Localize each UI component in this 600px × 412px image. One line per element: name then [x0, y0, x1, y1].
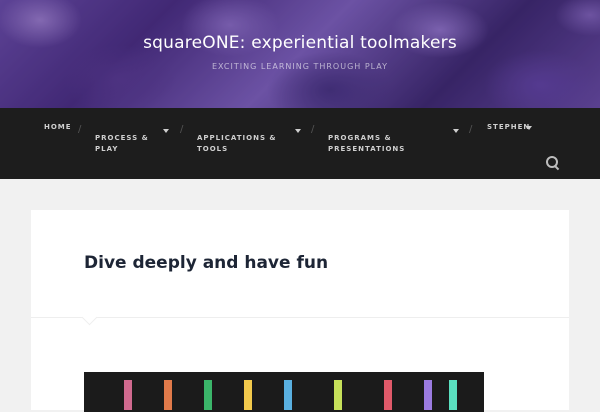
nav-item-label: PROGRAMS & PRESENTATIONS [328, 134, 406, 153]
nav-item-home[interactable]: HOME [44, 122, 72, 133]
divider-notch [81, 309, 98, 326]
featured-image-graphic [84, 372, 484, 412]
nav-item-label: STEPHEN [487, 123, 531, 131]
chevron-down-icon[interactable] [453, 129, 459, 133]
post-title[interactable]: Dive deeply and have fun [84, 253, 328, 273]
chevron-down-icon[interactable] [295, 129, 301, 133]
divider [31, 317, 569, 318]
nav-item-label: APPLICATIONS & TOOLS [197, 134, 277, 153]
nav-separator: / [311, 124, 315, 135]
search-button[interactable] [545, 155, 561, 171]
nav-item-process-play[interactable]: PROCESS & PLAY [95, 122, 155, 155]
nav-item-stephen[interactable]: STEPHEN [487, 122, 530, 133]
nav-separator: / [469, 124, 473, 135]
chevron-down-icon[interactable] [526, 126, 532, 130]
main-navigation: HOME / PROCESS & PLAY / APPLICATIONS & T… [0, 108, 600, 179]
post-card: Dive deeply and have fun [31, 210, 569, 412]
nav-item-label: PROCESS & PLAY [95, 134, 149, 153]
nav-item-label: HOME [44, 123, 72, 131]
site-tagline: EXCITING LEARNING THROUGH PLAY [211, 62, 389, 71]
chevron-down-icon[interactable] [163, 129, 169, 133]
post-featured-image [84, 372, 484, 412]
nav-item-programs-presentations[interactable]: PROGRAMS & PRESENTATIONS [328, 122, 438, 155]
site-title[interactable]: squareONE: experiential toolmakers [0, 33, 600, 53]
nav-item-applications-tools[interactable]: APPLICATIONS & TOOLS [197, 122, 292, 155]
nav-separator: / [180, 124, 184, 135]
nav-separator: / [78, 124, 82, 135]
header-banner: squareONE: experiential toolmakers EXCIT… [0, 0, 600, 108]
